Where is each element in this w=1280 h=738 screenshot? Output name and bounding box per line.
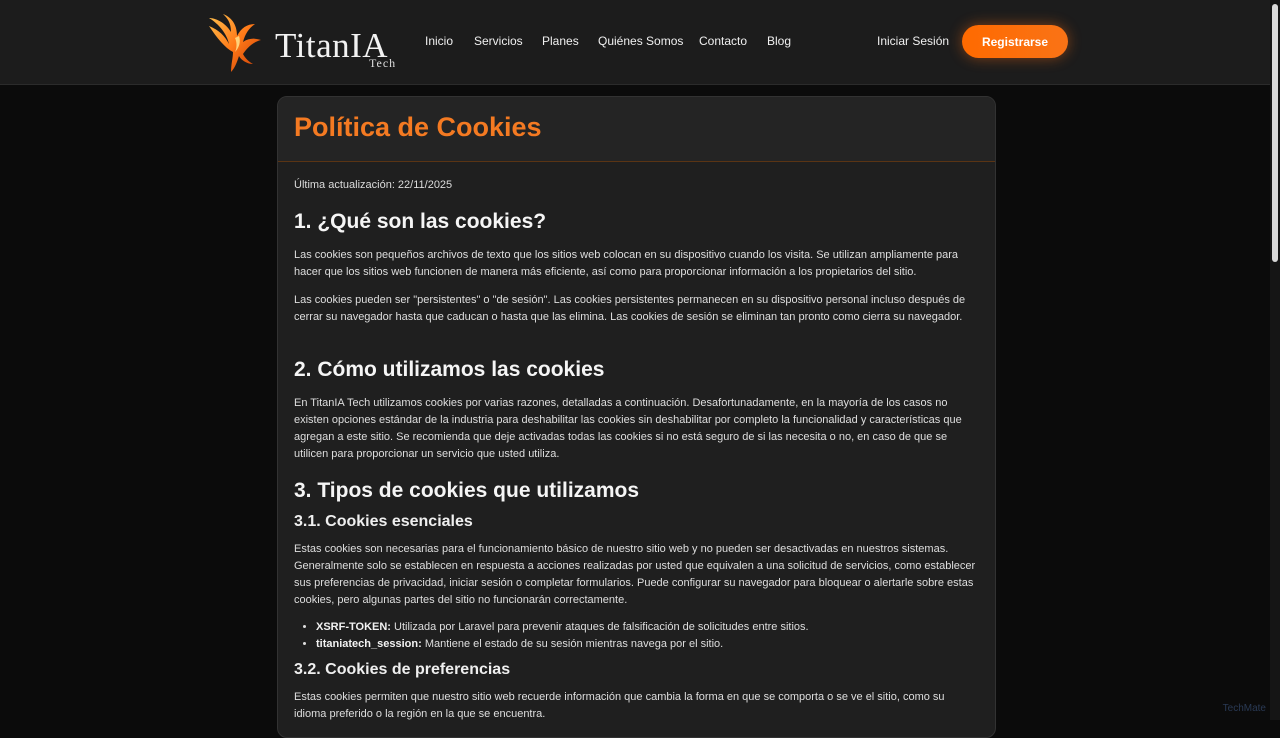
cookie-name: XSRF-TOKEN: [316,621,391,633]
section-3-heading: 3. Tipos de cookies que utilizamos [294,479,640,502]
list-item: titaniatech_session: Mantiene el estado … [316,636,976,653]
cookie-description: Mantiene el estado de su sesión mientras… [421,638,724,650]
nav-planes[interactable]: Planes [542,34,579,48]
section-3-1-heading: 3.1. Cookies esenciales [294,513,473,530]
last-updated: Última actualización: 22/11/2025 [294,179,453,191]
page-scrollbar[interactable] [1270,0,1280,720]
section-2-heading: 2. Cómo utilizamos las cookies [294,358,605,381]
section-1-heading: 1. ¿Qué son las cookies? [294,210,547,233]
section-3-2-heading: 3.2. Cookies de preferencias [294,661,511,678]
brand-subtitle: Tech [369,56,397,70]
brand-logo[interactable]: TitanIA Tech [205,12,405,74]
cookie-name: titaniatech_session: [316,638,422,650]
scrollbar-thumb[interactable] [1272,4,1278,262]
cookie-policy-card: Política de Cookies Última actualización… [277,96,996,738]
nav-blog[interactable]: Blog [767,34,791,48]
phoenix-logo-icon [209,14,261,72]
essential-cookie-list: XSRF-TOKEN: Utilizada por Laravel para p… [294,619,976,653]
card-header: Política de Cookies [278,97,995,162]
page-title: Política de Cookies [294,112,542,142]
watermark-text: TechMate [1222,703,1266,714]
section-1-paragraph-1: Las cookies son pequeños archivos de tex… [294,249,959,278]
section-3-2-paragraph: Estas cookies permiten que nuestro sitio… [294,691,945,720]
nav-inicio[interactable]: Inicio [425,34,453,48]
nav-servicios[interactable]: Servicios [474,34,523,48]
section-1-paragraph-2: Las cookies pueden ser "persistentes" o … [294,294,966,323]
nav-contacto[interactable]: Contacto [699,34,747,48]
cookie-description: Utilizada por Laravel para prevenir ataq… [390,621,809,633]
login-link[interactable]: Iniciar Sesión [877,34,949,48]
list-item: XSRF-TOKEN: Utilizada por Laravel para p… [316,619,976,636]
nav-quienes-somos[interactable]: Quiénes Somos [598,34,683,48]
section-3-1-paragraph: Estas cookies son necesarias para el fun… [294,543,976,606]
section-2-paragraph-1: En TitanIA Tech utilizamos cookies por v… [294,397,962,460]
register-button[interactable]: Registrarse [962,25,1068,58]
site-header: TitanIA Tech Inicio Servicios Planes Qui… [0,0,1270,85]
